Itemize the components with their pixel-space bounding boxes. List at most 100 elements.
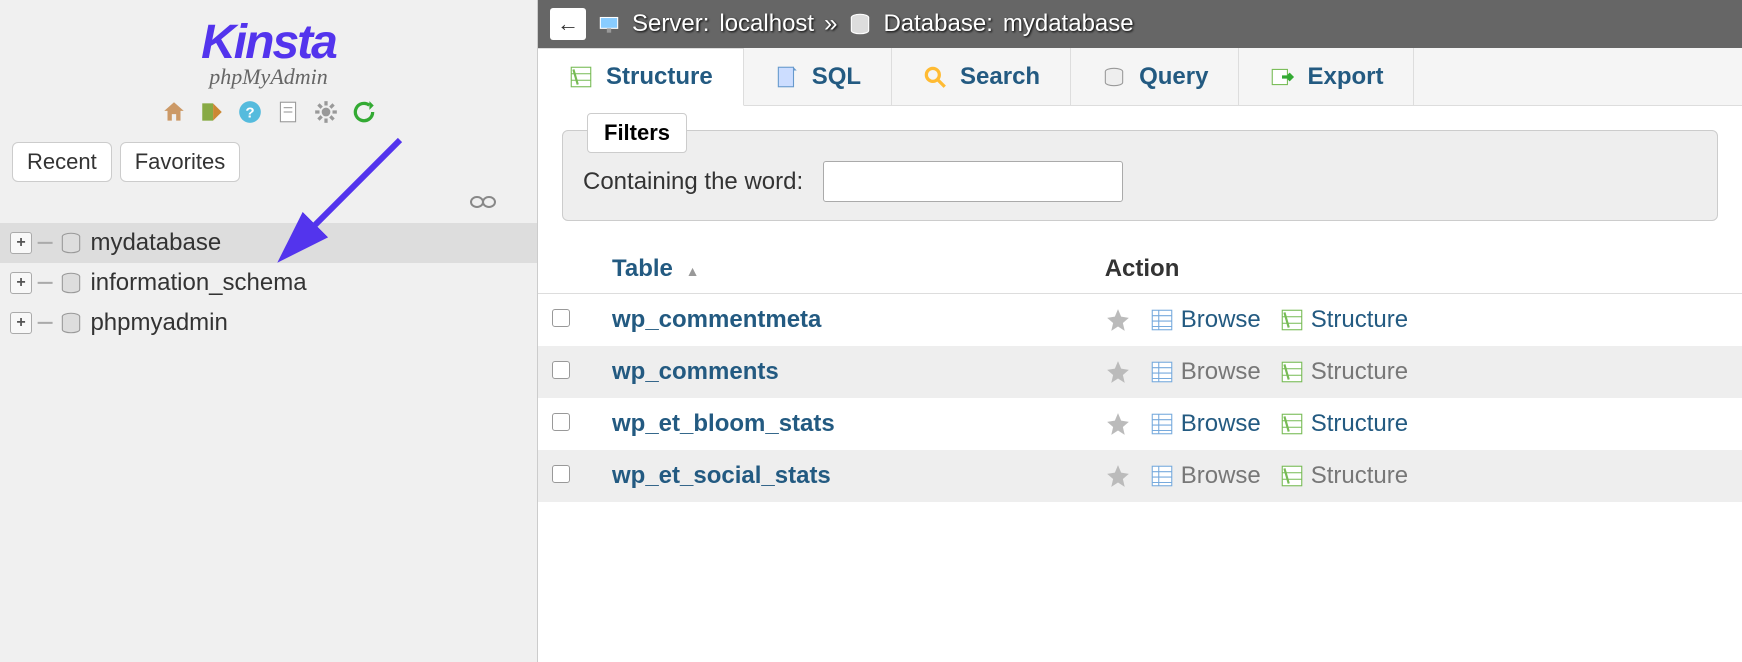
favorite-star-icon[interactable] (1105, 359, 1131, 385)
database-icon (847, 11, 873, 37)
tree-connector: ─ (38, 229, 52, 257)
row-checkbox[interactable] (552, 309, 570, 327)
tab-label: Search (960, 63, 1040, 91)
row-checkbox[interactable] (552, 465, 570, 483)
structure-icon (1279, 463, 1305, 489)
column-label: Table (612, 255, 673, 282)
structure-icon (1279, 359, 1305, 385)
docs-icon[interactable] (274, 98, 302, 126)
link-icon-row (0, 190, 537, 219)
help-icon[interactable]: ? (236, 98, 264, 126)
structure-action[interactable]: Structure (1279, 358, 1408, 386)
browse-icon (1149, 359, 1175, 385)
structure-icon (568, 64, 594, 90)
svg-text:?: ? (245, 104, 254, 121)
favorite-star-icon[interactable] (1105, 411, 1131, 437)
home-icon[interactable] (160, 98, 188, 126)
server-value[interactable]: localhost (719, 10, 814, 38)
column-label: Action (1105, 255, 1180, 282)
row-checkbox[interactable] (552, 361, 570, 379)
favorite-star-icon[interactable] (1105, 307, 1131, 333)
breadcrumb-separator: » (824, 10, 837, 38)
tab-label: Export (1307, 63, 1383, 91)
table-name-link[interactable]: wp_commentmeta (612, 306, 821, 333)
table-name-link[interactable]: wp_et_social_stats (612, 462, 831, 489)
table-row: wp_et_bloom_stats Browse Structure (538, 398, 1742, 450)
structure-icon (1279, 411, 1305, 437)
sql-icon (774, 64, 800, 90)
reload-icon[interactable] (350, 98, 378, 126)
browse-icon (1149, 307, 1175, 333)
structure-action[interactable]: Structure (1279, 410, 1408, 438)
browse-action[interactable]: Browse (1149, 358, 1261, 386)
tab-export[interactable]: Export (1239, 48, 1414, 105)
table-name-link[interactable]: wp_comments (612, 358, 779, 385)
row-checkbox[interactable] (552, 413, 570, 431)
settings-icon[interactable] (312, 98, 340, 126)
recent-button[interactable]: Recent (12, 142, 112, 182)
column-header-table[interactable]: Table ▲ (598, 245, 1091, 294)
main-panel: ← Server: localhost » Database: mydataba… (538, 0, 1742, 662)
tab-query[interactable]: Query (1071, 48, 1239, 105)
recent-favorites-bar: Recent Favorites (0, 134, 537, 190)
table-row: wp_et_social_stats Browse Structure (538, 450, 1742, 502)
db-name-label: mydatabase (90, 229, 221, 257)
tab-search[interactable]: Search (892, 48, 1071, 105)
tab-structure[interactable]: Structure (538, 48, 744, 106)
expand-icon[interactable]: + (10, 312, 32, 334)
tree-connector: ─ (38, 309, 52, 337)
expand-icon[interactable]: + (10, 232, 32, 254)
db-name-label: information_schema (90, 269, 306, 297)
server-icon (596, 11, 622, 37)
database-icon (58, 310, 84, 336)
structure-action[interactable]: Structure (1279, 306, 1408, 334)
search-icon (922, 64, 948, 90)
expand-icon[interactable]: + (10, 272, 32, 294)
query-icon (1101, 64, 1127, 90)
back-button[interactable]: ← (550, 8, 586, 40)
brand-logo: Kinsta (0, 15, 537, 70)
db-name-label: phpmyadmin (90, 309, 227, 337)
logout-icon[interactable] (198, 98, 226, 126)
structure-action[interactable]: Structure (1279, 462, 1408, 490)
table-name-link[interactable]: wp_et_bloom_stats (612, 410, 835, 437)
breadcrumb: ← Server: localhost » Database: mydataba… (538, 0, 1742, 48)
favorites-button[interactable]: Favorites (120, 142, 240, 182)
database-value[interactable]: mydatabase (1003, 10, 1134, 38)
db-item-phpmyadmin[interactable]: + ─ phpmyadmin (0, 303, 537, 343)
filter-input[interactable] (823, 161, 1123, 202)
sort-asc-icon: ▲ (686, 263, 700, 279)
filters-legend: Filters (587, 113, 687, 153)
tabs: Structure SQL Search Query Export (538, 48, 1742, 106)
table-row: wp_commentmeta Browse Structure (538, 294, 1742, 347)
tab-sql[interactable]: SQL (744, 48, 892, 105)
filter-row: Containing the word: (583, 161, 1697, 202)
structure-icon (1279, 307, 1305, 333)
tab-label: SQL (812, 63, 861, 91)
browse-action[interactable]: Browse (1149, 410, 1261, 438)
browse-icon (1149, 463, 1175, 489)
sidebar-toolbar: ? (0, 98, 537, 126)
browse-icon (1149, 411, 1175, 437)
collapse-link-icon[interactable] (469, 197, 497, 214)
browse-action[interactable]: Browse (1149, 306, 1261, 334)
table-row: wp_comments Browse Structure (538, 346, 1742, 398)
favorite-star-icon[interactable] (1105, 463, 1131, 489)
database-icon (58, 230, 84, 256)
tab-label: Query (1139, 63, 1208, 91)
containing-word-label: Containing the word: (583, 168, 803, 196)
browse-action[interactable]: Browse (1149, 462, 1261, 490)
server-label: Server: (632, 10, 709, 38)
database-icon (58, 270, 84, 296)
logo-area: Kinsta phpMyAdmin ? (0, 10, 537, 134)
db-item-mydatabase[interactable]: + ─ mydatabase (0, 223, 537, 263)
tables-list: Table ▲ Action wp_commentmeta Browse Struc… (538, 245, 1742, 502)
filters-panel: Filters Containing the word: (562, 130, 1718, 221)
column-header-action: Action (1091, 245, 1742, 294)
phpmyadmin-label: phpMyAdmin (0, 64, 537, 90)
export-icon (1269, 64, 1295, 90)
database-label: Database: (883, 10, 992, 38)
database-tree: + ─ mydatabase + ─ information_schema + … (0, 223, 537, 343)
db-item-information-schema[interactable]: + ─ information_schema (0, 263, 537, 303)
tree-connector: ─ (38, 269, 52, 297)
